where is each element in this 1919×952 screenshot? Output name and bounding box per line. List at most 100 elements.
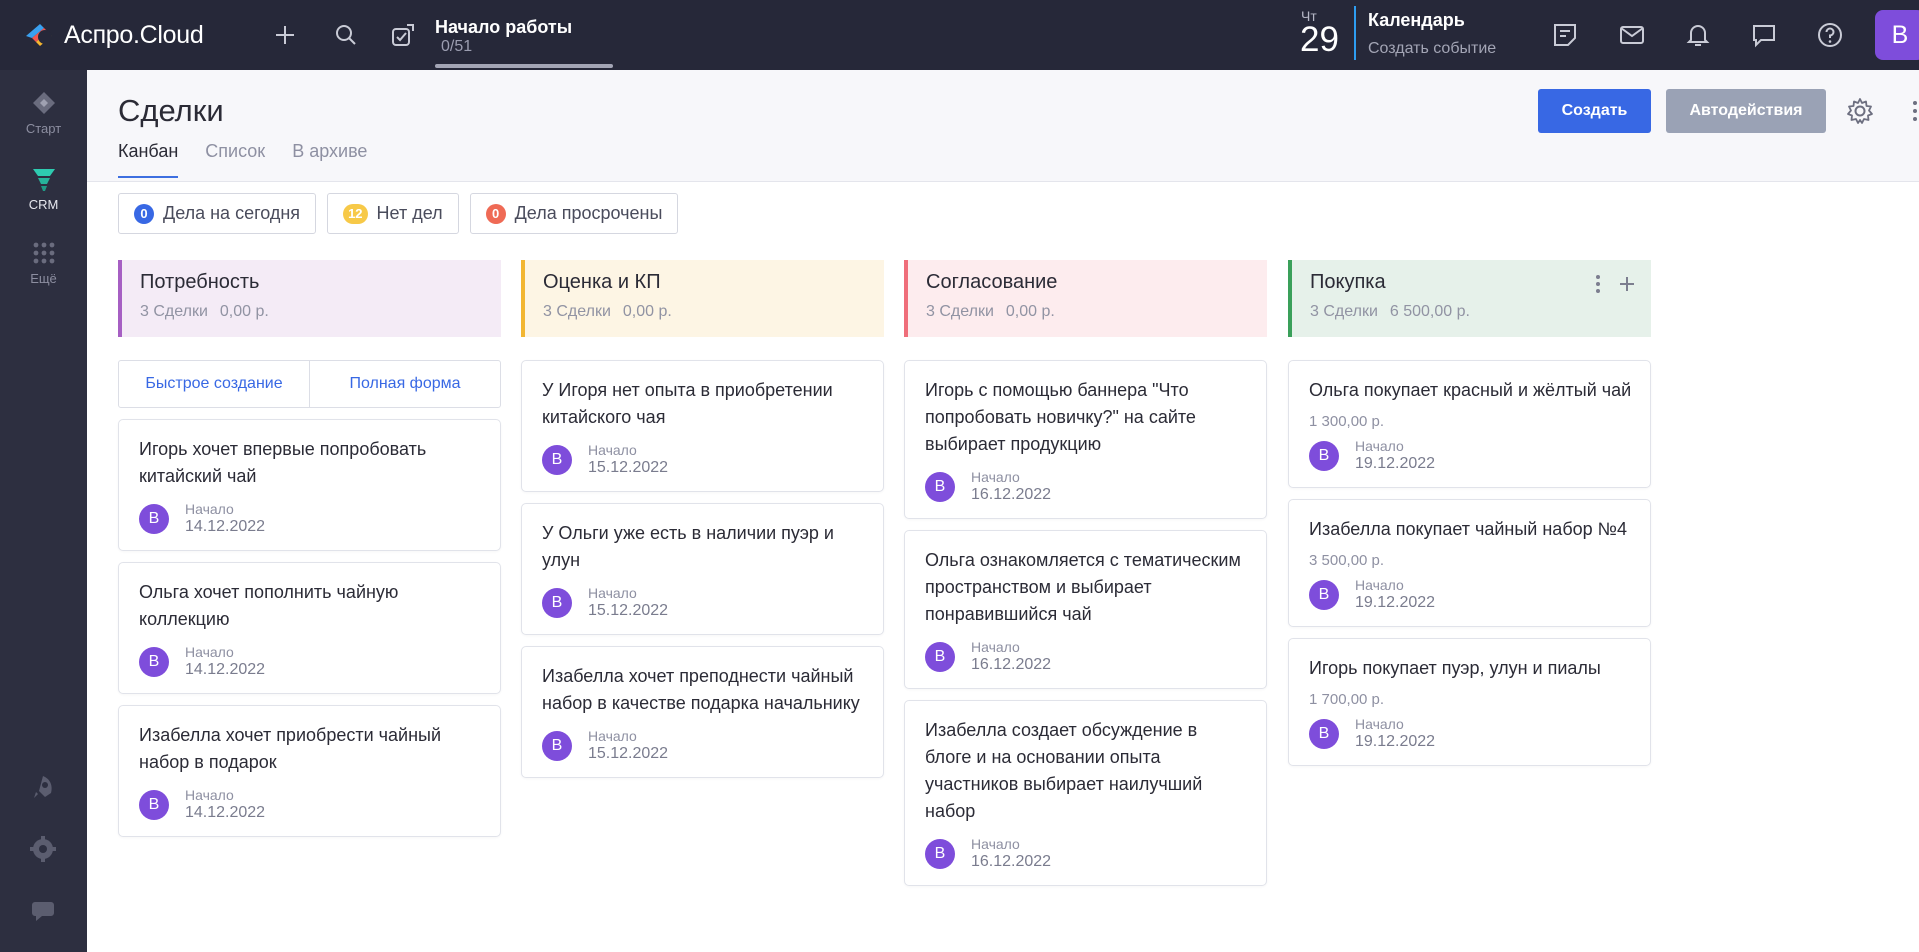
onboarding-count: 0/51 <box>441 38 473 55</box>
column-header: Потребность 3 Сделки 0,00 р. <box>118 260 501 337</box>
calendar-divider <box>1354 6 1356 60</box>
rail-item-more[interactable]: Ещё <box>0 238 87 286</box>
tab-kanban[interactable]: Канбан <box>118 141 179 178</box>
avatar[interactable]: B <box>1309 440 1339 471</box>
deal-title: Игорь с помощью баннера "Что попробовать… <box>925 380 1196 454</box>
deal-title: Ольга ознакомляется с тематическим прост… <box>925 550 1241 624</box>
filter-no-tasks[interactable]: 12 Нет дел <box>327 193 459 234</box>
more-vertical-icon[interactable] <box>1907 96 1919 126</box>
top-bar: Аспро.Cloud Начало работы 0/51 Чт 29 Кал… <box>0 0 1919 70</box>
full-form-button[interactable]: Полная форма <box>309 361 500 407</box>
deal-card[interactable]: Ольга хочет пополнить чайную коллекцию B… <box>118 562 501 694</box>
help-icon[interactable] <box>1815 20 1845 50</box>
logo-text: Аспро.Cloud <box>64 20 204 49</box>
deal-card[interactable]: Изабелла покупает чайный набор №4 3 500,… <box>1288 499 1651 627</box>
deal-card[interactable]: Изабелла создает обсуждение в блоге и на… <box>904 700 1267 886</box>
filter-overdue[interactable]: 0 Дела просрочены <box>469 193 679 234</box>
deal-price: 1 300,00 р. <box>1309 413 1385 430</box>
deal-date: 15.12.2022 <box>588 459 669 476</box>
onboarding-progress[interactable]: Начало работы 0/51 <box>435 17 613 68</box>
deal-card[interactable]: Изабелла хочет приобрести чайный набор в… <box>118 705 501 837</box>
rail-item-start[interactable]: Старт <box>0 88 87 136</box>
notes-icon[interactable] <box>1550 20 1580 50</box>
avatar[interactable]: B <box>542 587 572 618</box>
avatar[interactable]: B <box>542 730 572 761</box>
start-icon <box>29 88 59 118</box>
deal-card[interactable]: У Ольги уже есть в наличии пуэр и улун B… <box>521 503 884 635</box>
deal-date: 16.12.2022 <box>971 486 1052 503</box>
column-deal-count: 3 Сделки <box>140 303 208 320</box>
avatar[interactable]: B <box>139 646 169 677</box>
add-deal-icon[interactable] <box>1617 274 1637 294</box>
avatar[interactable]: B <box>925 471 955 502</box>
avatar[interactable]: B <box>139 503 169 534</box>
mail-icon[interactable] <box>1617 20 1647 50</box>
onboarding-progress-bar <box>435 64 613 68</box>
avatar[interactable]: B <box>925 641 955 672</box>
avatar[interactable]: B <box>139 789 169 820</box>
rocket-icon[interactable] <box>28 772 58 802</box>
deal-card[interactable]: Изабелла хочет преподнести чайный набор … <box>521 646 884 778</box>
rail-item-crm[interactable]: CRM <box>0 164 87 212</box>
deal-stage: Начало <box>971 639 1020 655</box>
deal-card[interactable]: У Игоря нет опыта в приобретении китайск… <box>521 360 884 492</box>
tab-archive[interactable]: В архиве <box>292 141 367 178</box>
avatar[interactable]: B <box>1309 718 1339 749</box>
filter-today[interactable]: 0 Дела на сегодня <box>118 193 317 234</box>
onboarding-icon[interactable] <box>388 20 418 50</box>
support-chat-icon[interactable] <box>28 896 58 926</box>
deal-title: Ольга хочет пополнить чайную коллекцию <box>139 582 399 629</box>
deal-date: 15.12.2022 <box>588 602 669 619</box>
deal-stage: Начало <box>588 728 637 744</box>
kanban-column-need: Потребность 3 Сделки 0,00 р. Быстрое созд… <box>118 260 501 837</box>
deal-stage: Начало <box>185 787 234 803</box>
deal-date: 19.12.2022 <box>1355 455 1436 472</box>
search-icon[interactable] <box>331 20 361 50</box>
avatar[interactable]: B <box>542 444 572 475</box>
page-title: Сделки <box>118 93 224 128</box>
deal-date: 19.12.2022 <box>1355 733 1436 750</box>
deal-card[interactable]: Игорь покупает пуэр, улун и пиалы 1 700,… <box>1288 638 1651 766</box>
auto-actions-button[interactable]: Автодействия <box>1666 89 1826 133</box>
bell-icon[interactable] <box>1683 20 1713 50</box>
deal-card[interactable]: Игорь хочет впервые попробовать китайски… <box>118 419 501 551</box>
kanban-column-approval: Согласование 3 Сделки 0,00 р. Игорь с пом… <box>904 260 1267 886</box>
quick-create-button[interactable]: Быстрое создание <box>119 361 309 407</box>
logo[interactable]: Аспро.Cloud <box>24 20 204 50</box>
plus-icon[interactable] <box>270 20 300 50</box>
column-header: Согласование 3 Сделки 0,00 р. <box>904 260 1267 337</box>
gear-icon[interactable] <box>1845 96 1875 126</box>
deal-card[interactable]: Ольга покупает красный и жёлтый чай 1 30… <box>1288 360 1651 488</box>
card-list: Игорь хочет впервые попробовать китайски… <box>118 419 501 837</box>
deal-card[interactable]: Игорь с помощью баннера "Что попробовать… <box>904 360 1267 519</box>
user-avatar[interactable]: B <box>1875 10 1919 60</box>
column-header: Оценка и КП 3 Сделки 0,00 р. <box>521 260 884 337</box>
filter-overdue-count: 0 <box>485 203 506 224</box>
card-list: У Игоря нет опыта в приобретении китайск… <box>521 360 884 778</box>
column-title: Согласование <box>926 271 1058 293</box>
deal-card[interactable]: Ольга ознакомляется с тематическим прост… <box>904 530 1267 689</box>
logo-mark-icon <box>24 20 56 50</box>
deal-title: Изабелла покупает чайный набор №4 <box>1309 519 1627 539</box>
column-menu-icon[interactable] <box>1593 274 1603 294</box>
deal-title: Изабелла хочет преподнести чайный набор … <box>542 666 860 713</box>
calendar-widget[interactable]: Чт 29 Календарь Создать событие <box>1298 6 1496 60</box>
rail-label-start: Старт <box>25 121 62 136</box>
tab-list[interactable]: Список <box>205 141 265 178</box>
activity-filters: 0 Дела на сегодня 12 Нет дел 0 Дела прос… <box>118 193 679 234</box>
card-list: Ольга покупает красный и жёлтый чай 1 30… <box>1288 360 1651 766</box>
column-title: Оценка и КП <box>543 271 661 293</box>
left-rail: Старт CRM Ещё <box>0 70 87 952</box>
create-button[interactable]: Создать <box>1538 89 1651 133</box>
card-list: Игорь с помощью баннера "Что попробовать… <box>904 360 1267 886</box>
kanban-column-purchase: Покупка 3 Сделки 6 500,00 р. Ольга покупа… <box>1288 260 1651 766</box>
avatar[interactable]: B <box>925 838 955 869</box>
create-event-link[interactable]: Создать событие <box>1368 40 1496 58</box>
page-header: Сделки Канбан Список В архиве Создать Ав… <box>87 70 1919 182</box>
deal-date: 16.12.2022 <box>971 656 1052 673</box>
chat-icon[interactable] <box>1749 20 1779 50</box>
column-deal-count: 3 Сделки <box>926 303 994 320</box>
avatar[interactable]: B <box>1309 579 1339 610</box>
deal-date: 19.12.2022 <box>1355 594 1436 611</box>
settings-icon[interactable] <box>28 834 58 864</box>
